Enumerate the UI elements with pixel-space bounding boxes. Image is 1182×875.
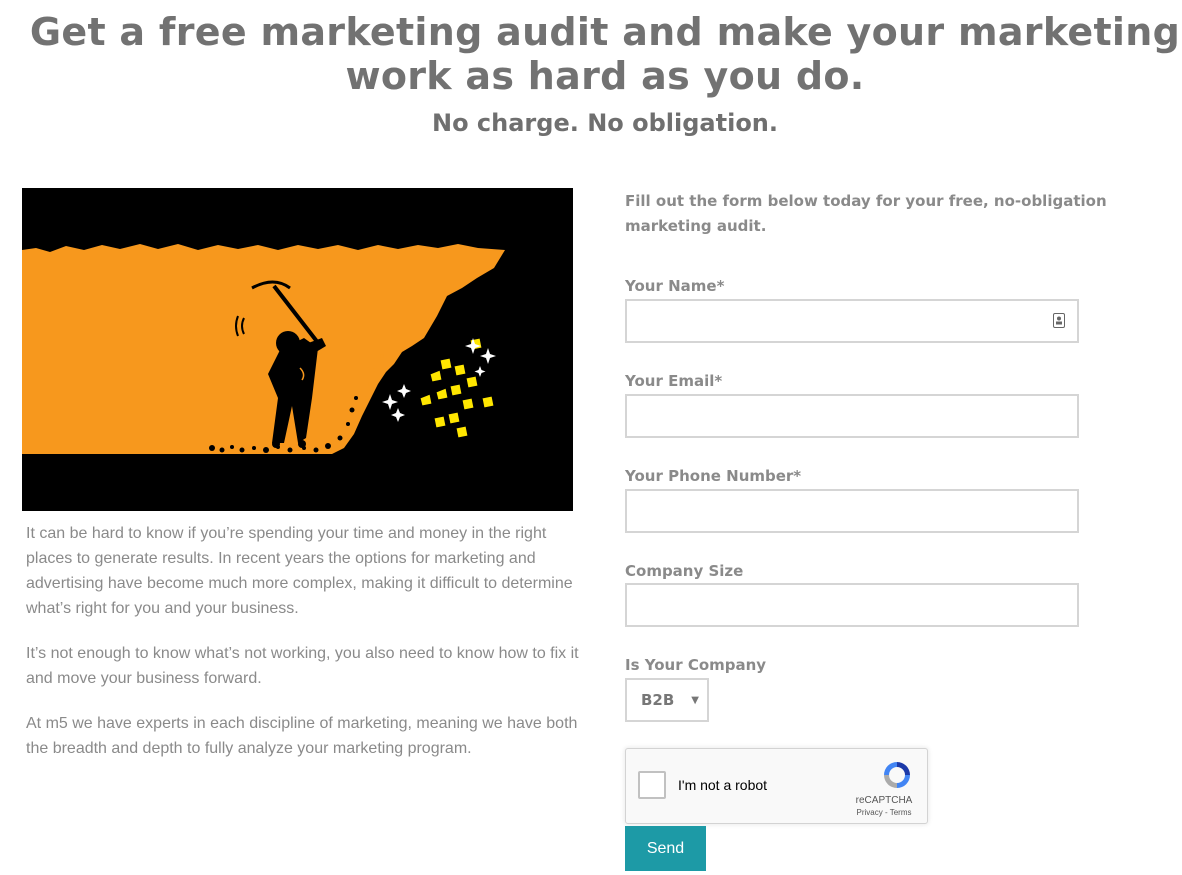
body-paragraph: At m5 we have experts in each discipline… [26,715,578,757]
body-paragraph: It can be hard to know if you’re spendin… [26,525,573,617]
email-input[interactable] [625,394,1079,438]
page-subhead: No charge. No obligation. [431,109,779,137]
rock-shape [22,244,505,454]
recaptcha-brand: reCAPTCHA [855,795,913,806]
email-label: Your Email* [625,372,723,390]
body-copy: It can be hard to know if you’re spendin… [26,521,586,781]
phone-label: Your Phone Number* [625,467,802,485]
company-size-input[interactable] [625,583,1079,627]
company-size-label: Company Size [625,562,744,580]
recaptcha-label: I'm not a robot [678,777,768,793]
send-button[interactable]: Send [625,826,706,871]
company-type-select[interactable]: B2B ▼ [625,678,709,722]
name-label: Your Name* [625,277,725,295]
company-type-value: B2B [641,691,675,709]
company-type-label: Is Your Company [625,656,767,674]
form-intro: Fill out the form below today for your f… [625,192,1107,235]
recaptcha-privacy-terms[interactable]: Privacy - Terms [854,808,914,817]
name-input[interactable] [625,299,1079,343]
gold-nuggets [419,337,495,439]
phone-input[interactable] [625,489,1079,533]
recaptcha-checkbox[interactable] [638,771,666,799]
body-paragraph: It’s not enough to know what’s not worki… [26,645,579,687]
recaptcha-widget: I'm not a robot reCAPTCHA Privacy - Term… [625,748,928,824]
page-headline: Get a free marketing audit and make your… [29,10,1181,98]
hero-illustration [22,188,573,511]
chevron-down-icon: ▼ [691,695,699,706]
recaptcha-logo-icon [884,762,910,788]
contact-card-icon[interactable] [1053,313,1065,328]
